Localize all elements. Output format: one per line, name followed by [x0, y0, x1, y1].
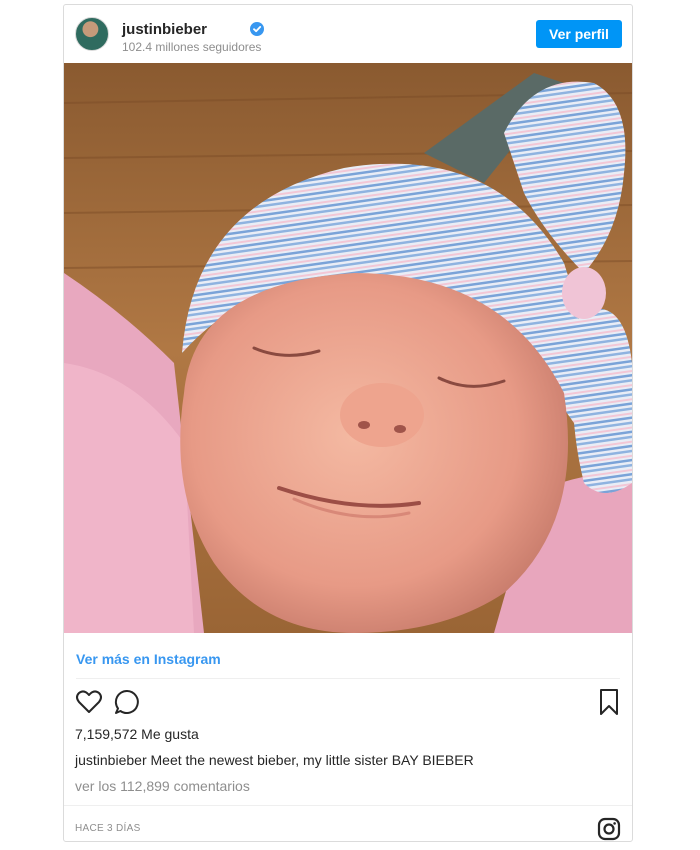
post-header: justinbieber 102.4 millones seguidores V… — [64, 5, 632, 63]
view-profile-button[interactable]: Ver perfil — [536, 20, 622, 48]
instagram-icon[interactable] — [597, 817, 621, 841]
caption-text: Meet the newest bieber, my little sister… — [150, 752, 474, 768]
like-count[interactable]: 7,159,572 Me gusta — [75, 726, 199, 742]
divider — [76, 678, 620, 679]
username[interactable]: justinbieber — [122, 21, 207, 38]
view-more-on-instagram-link[interactable]: Ver más en Instagram — [76, 651, 221, 667]
view-comments-link[interactable]: ver los 112,899 comentarios — [75, 778, 250, 794]
divider — [64, 805, 632, 806]
caption: justinbieber Meet the newest bieber, my … — [75, 752, 474, 768]
caption-username[interactable]: justinbieber — [75, 752, 147, 768]
instagram-embed-card: justinbieber 102.4 millones seguidores V… — [63, 4, 633, 842]
comment-icon[interactable] — [112, 687, 142, 717]
baby-photo-image — [64, 63, 632, 633]
follower-count: 102.4 millones seguidores — [122, 40, 262, 54]
avatar[interactable] — [75, 17, 109, 51]
action-bar — [64, 687, 632, 723]
bookmark-icon[interactable] — [594, 687, 624, 717]
verified-badge-icon — [250, 22, 264, 36]
post-timestamp: HACE 3 DÍAS — [75, 823, 141, 834]
heart-icon[interactable] — [74, 687, 104, 717]
post-photo[interactable] — [64, 63, 632, 633]
